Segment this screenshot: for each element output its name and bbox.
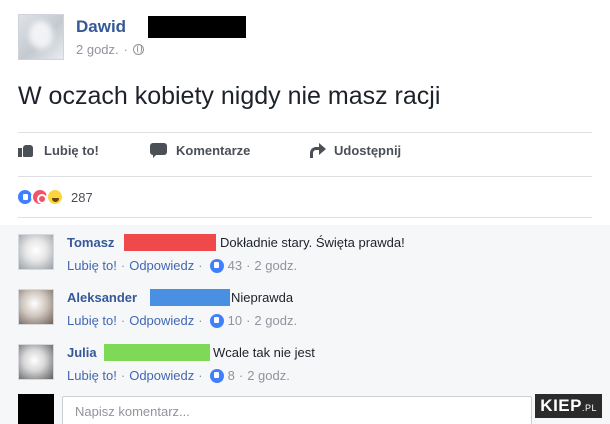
watermark-suffix: .PL [581,403,597,413]
comment-meta: Lubię to! · Odpowiedz · 43 · 2 godz. [67,258,297,273]
commenter-avatar[interactable] [18,344,54,380]
commenter-name[interactable]: Julia [67,345,97,360]
comment-meta: Lubię to! · Odpowiedz · 8 · 2 godz. [67,368,290,383]
post-header: Dawid 2 godz. · [18,14,598,60]
comment-input[interactable] [62,396,532,424]
current-user-avatar [18,394,54,424]
meta-separator: · [246,313,251,328]
comment-meta: Lubię to! · Odpowiedz · 10 · 2 godz. [67,313,297,328]
comment-like-link[interactable]: Lubię to! [67,368,117,383]
commenter-avatar[interactable] [18,234,54,270]
meta-separator: · [120,258,126,273]
comment-text: Wcale tak nie jest [213,345,315,360]
comment-time[interactable]: 2 godz. [247,368,290,383]
author-name[interactable]: Dawid [76,17,126,37]
comment-text: Nieprawda [231,290,294,305]
share-button-label: Udostępnij [334,142,402,158]
share-arrow-icon [308,142,326,158]
meta-separator: · [198,368,203,383]
meta-separator: · [246,258,251,273]
meta-separator: · [120,368,126,383]
share-button[interactable]: Udostępnij [308,142,401,158]
comment-item: Tomasz Dokładnie stary. Święta prawda! L… [18,234,578,278]
comment-button-label: Komentarze [176,142,251,158]
comment-like-count[interactable]: 8 [228,368,235,383]
comment-reply-link[interactable]: Odpowiedz [129,313,194,328]
meta-separator: · [198,313,203,328]
comment-time[interactable]: 2 godz. [254,258,297,273]
comment-reply-link[interactable]: Odpowiedz [129,368,194,383]
post-meta: 2 godz. · [76,42,144,57]
comment-item: Julia Wcale tak nie jest Lubię to! · Odp… [18,344,578,388]
watermark-brand: KIEP [540,396,582,415]
meta-separator: · [123,42,128,57]
post-actions: Lubię to! Komentarze Udostępnij [18,142,592,166]
thumbs-up-icon [18,142,36,158]
redacted-surname [124,234,216,251]
comment-like-link[interactable]: Lubię to! [67,313,117,328]
post-text: W oczach kobiety nigdy nie masz racji [18,82,441,110]
reaction-count: 287 [71,189,93,205]
like-icon [209,313,224,328]
divider [18,132,592,133]
comment-like-count[interactable]: 43 [228,258,242,273]
globe-icon[interactable] [133,44,144,55]
comment-button[interactable]: Komentarze [150,142,250,158]
author-avatar[interactable] [18,14,64,60]
comment-bubble-icon [150,142,168,158]
haha-icon [46,188,64,206]
meta-separator: · [238,368,244,383]
comment-reply-link[interactable]: Odpowiedz [129,258,194,273]
comment-text: Dokładnie stary. Święta prawda! [220,235,405,250]
redacted-surname [150,289,230,306]
commenter-name[interactable]: Tomasz [67,235,114,250]
comment-time[interactable]: 2 godz. [254,313,297,328]
redacted-surname [104,344,210,361]
comment-item: Aleksander Nieprawda Lubię to! · Odpowie… [18,289,578,333]
like-icon [209,258,224,273]
meta-separator: · [120,313,126,328]
reactions-summary[interactable]: 287 [16,188,93,206]
comment-like-count[interactable]: 10 [228,313,242,328]
comment-like-link[interactable]: Lubię to! [67,258,117,273]
commenter-avatar[interactable] [18,289,54,325]
divider [18,176,592,177]
divider [18,217,592,218]
post-time[interactable]: 2 godz. [76,42,119,57]
meta-separator: · [198,258,203,273]
like-button[interactable]: Lubię to! [18,142,99,158]
commenter-name[interactable]: Aleksander [67,290,137,305]
redacted-surname [148,16,246,38]
watermark-logo: KIEP.PL [535,394,602,418]
like-button-label: Lubię to! [44,142,99,158]
like-icon [209,368,224,383]
